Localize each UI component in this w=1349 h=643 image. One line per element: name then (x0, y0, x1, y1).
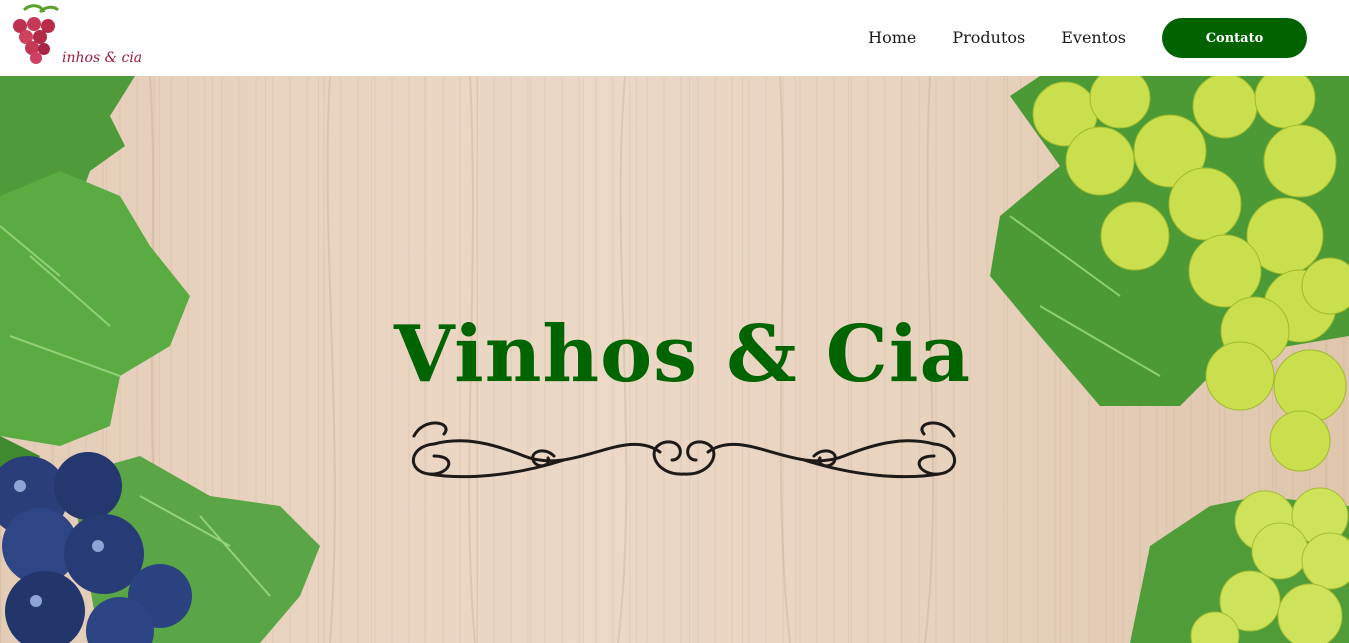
grapes-bottom-right (1130, 487, 1349, 643)
grape-logo-icon (13, 4, 60, 64)
nav-home[interactable]: Home (868, 18, 916, 58)
hero-banner: Vinhos & Cia (0, 76, 1349, 643)
nav-produtos[interactable]: Produtos (952, 18, 1025, 58)
site-header: inhos & cia Home Produtos Eventos Contat… (0, 0, 1349, 76)
grapes-top-right (990, 76, 1349, 472)
contato-button[interactable]: Contato (1162, 18, 1307, 58)
grapes-bottom-left (0, 452, 320, 643)
main-nav: Home Produtos Eventos Contato (868, 18, 1307, 58)
leaves-top-left (0, 76, 190, 506)
nav-eventos[interactable]: Eventos (1061, 18, 1126, 58)
logo-text: inhos & cia (62, 50, 143, 66)
ornament-flourish (411, 421, 957, 479)
site-logo[interactable]: inhos & cia (10, 4, 142, 68)
hero-title: Vinhos & Cia (393, 309, 972, 400)
